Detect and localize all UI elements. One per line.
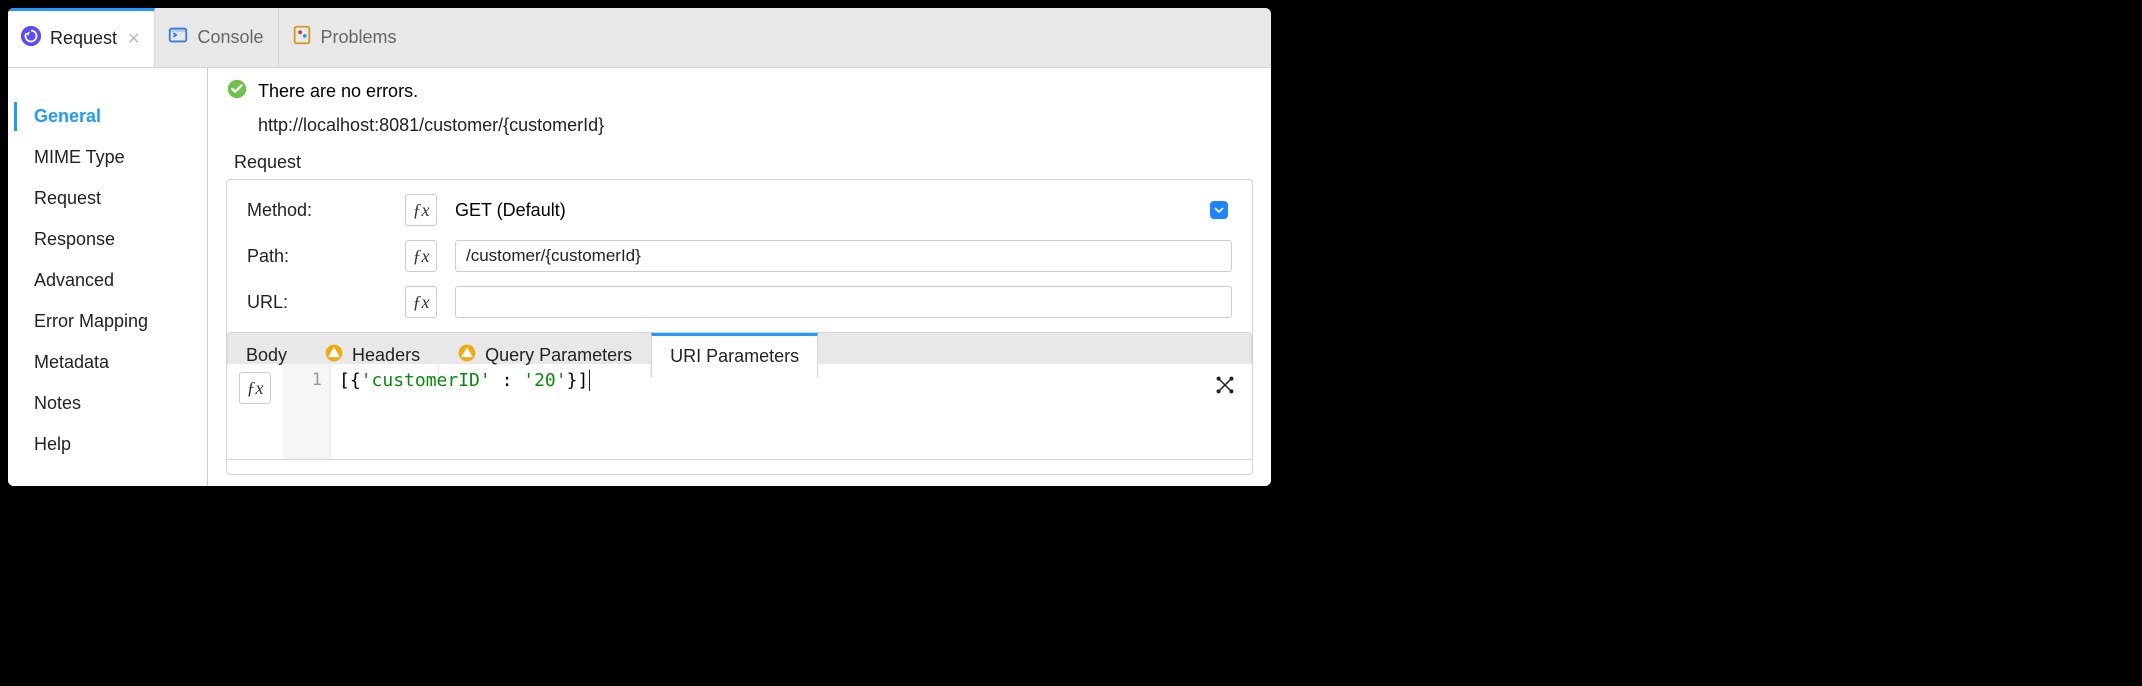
- tab-console-label: Console: [197, 27, 263, 48]
- editor-tabstrip: Request ✕ Console Problems: [8, 8, 1271, 68]
- app-frame: Request ✕ Console Problems General MIME …: [8, 8, 1271, 486]
- tab-problems-label: Problems: [321, 27, 397, 48]
- path-input[interactable]: [455, 240, 1232, 272]
- method-select[interactable]: GET (Default): [455, 200, 1232, 221]
- sidebar-item-metadata[interactable]: Metadata: [8, 342, 207, 383]
- url-display: http://localhost:8081/customer/{customer…: [226, 111, 1253, 152]
- line-gutter: 1: [283, 364, 331, 459]
- method-label: Method:: [247, 200, 387, 221]
- sidebar-item-notes[interactable]: Notes: [8, 383, 207, 424]
- path-label: Path:: [247, 246, 387, 267]
- tab-console[interactable]: Console: [155, 8, 278, 67]
- group-title: Request: [226, 152, 1253, 179]
- sidebar-item-help[interactable]: Help: [8, 424, 207, 465]
- row-url: URL: ƒx: [247, 286, 1232, 318]
- tab-request-label: Request: [50, 28, 117, 49]
- sidebar-item-mime-type[interactable]: MIME Type: [8, 137, 207, 178]
- sidebar-item-request[interactable]: Request: [8, 178, 207, 219]
- fx-button-path[interactable]: ƒx: [405, 240, 437, 272]
- sidebar-item-general[interactable]: General: [8, 96, 207, 137]
- main-panel: There are no errors. http://localhost:80…: [208, 68, 1271, 486]
- request-tab-icon: [20, 25, 42, 52]
- console-tab-icon: [167, 24, 189, 51]
- config-sidebar: General MIME Type Request Response Advan…: [8, 68, 208, 486]
- status-text: There are no errors.: [258, 81, 418, 102]
- code-body[interactable]: [{'customerID' : '20'}]: [331, 364, 1252, 459]
- subtab-body-label: Body: [246, 345, 287, 366]
- mapping-icon[interactable]: [1214, 374, 1236, 396]
- fx-button-expression[interactable]: ƒx: [239, 372, 271, 404]
- tab-problems[interactable]: Problems: [279, 8, 411, 67]
- sidebar-item-response[interactable]: Response: [8, 219, 207, 260]
- fx-button-method[interactable]: ƒx: [405, 194, 437, 226]
- status-row: There are no errors.: [226, 78, 1253, 105]
- row-method: Method: ƒx GET (Default): [247, 194, 1232, 226]
- success-icon: [226, 78, 248, 105]
- sidebar-item-advanced[interactable]: Advanced: [8, 260, 207, 301]
- request-group: Method: ƒx GET (Default) Path: ƒx: [226, 179, 1253, 475]
- sidebar-item-error-mapping[interactable]: Error Mapping: [8, 301, 207, 342]
- row-path: Path: ƒx: [247, 240, 1232, 272]
- method-value: GET (Default): [455, 200, 566, 221]
- subtab-headers-label: Headers: [352, 345, 420, 366]
- url-label: URL:: [247, 292, 387, 313]
- tab-request[interactable]: Request ✕: [8, 8, 155, 67]
- problems-tab-icon: [291, 24, 313, 51]
- expression-editor: ƒx 1 [{'customerID' : '20'}]: [226, 364, 1253, 460]
- close-icon[interactable]: ✕: [127, 29, 140, 49]
- subtab-query-label: Query Parameters: [485, 345, 632, 366]
- chevron-down-icon: [1210, 201, 1228, 219]
- fx-button-url[interactable]: ƒx: [405, 286, 437, 318]
- url-input[interactable]: [455, 286, 1232, 318]
